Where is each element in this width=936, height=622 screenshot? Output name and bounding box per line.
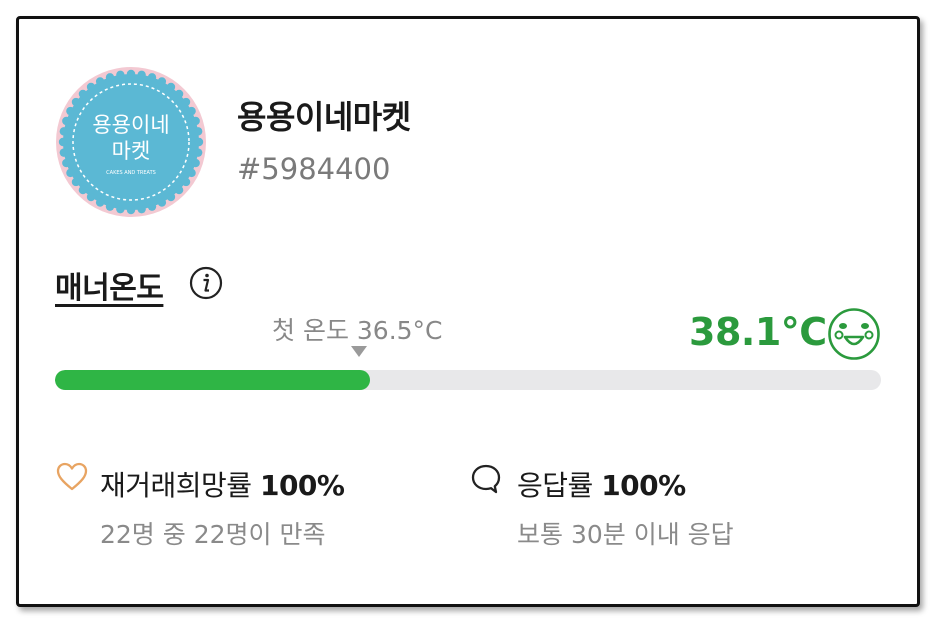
- smile-face-icon: [827, 307, 881, 361]
- first-temp-label: 첫 온도 36.5°C: [272, 316, 443, 345]
- rebuy-rate: 재거래희망률 100%: [100, 464, 345, 504]
- response-rate: 응답률 100%: [517, 464, 686, 504]
- first-temp-marker: [351, 346, 367, 357]
- avatar-line2: 마켓: [112, 139, 151, 163]
- response-rate-value: 100%: [601, 469, 686, 502]
- manner-temp-label[interactable]: 매너온도: [55, 263, 164, 307]
- response-rate-label: 응답률: [517, 469, 593, 502]
- manner-temp-bar-fill: [55, 370, 370, 390]
- shop-id: #5984400: [237, 152, 391, 186]
- rebuy-rate-sub: 22명 중 22명이 만족: [100, 520, 326, 549]
- shop-name: 용용이네마켓: [237, 98, 411, 136]
- shop-avatar[interactable]: 용용이네 마켓 CAKES AND TREATS: [55, 66, 207, 218]
- avatar-caption: CAKES AND TREATS: [106, 170, 156, 176]
- info-icon[interactable]: [189, 266, 223, 300]
- heart-icon: [56, 462, 88, 492]
- manner-temp-value: 38.1°C: [689, 310, 827, 354]
- chat-bubble-icon: [469, 462, 503, 496]
- response-rate-sub: 보통 30분 이내 응답: [517, 520, 734, 549]
- manner-temp-bar: [55, 370, 881, 390]
- avatar-line1: 용용이네: [92, 113, 169, 137]
- shop-logo-icon: 용용이네 마켓 CAKES AND TREATS: [56, 67, 206, 217]
- rebuy-rate-value: 100%: [259, 469, 345, 502]
- rebuy-rate-label: 재거래희망률: [100, 469, 252, 502]
